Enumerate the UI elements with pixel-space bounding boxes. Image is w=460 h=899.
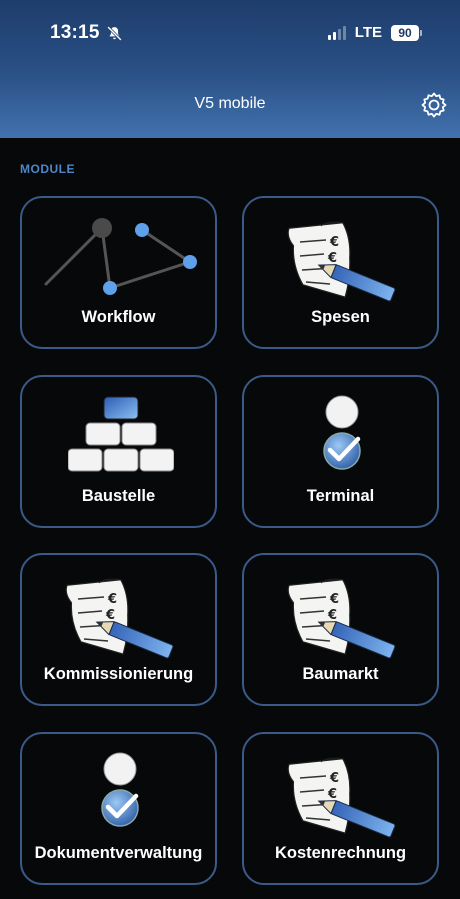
module-tile-spesen[interactable]: Spesen	[242, 196, 439, 349]
module-label: Kommissionierung	[43, 665, 194, 683]
module-label: Kostenrechnung	[274, 844, 407, 862]
module-tile-kostenrechnung[interactable]: Kostenrechnung	[242, 732, 439, 885]
battery-level: 90	[391, 24, 419, 41]
app-header: 13:15 LTE 90 V5 mobile	[0, 0, 460, 138]
status-indicators: LTE 90	[327, 24, 422, 41]
module-label: Baumarkt	[302, 665, 379, 683]
page-title: V5 mobile	[194, 95, 266, 112]
settings-button[interactable]	[420, 91, 448, 119]
network-type: LTE	[354, 24, 382, 41]
bell-muted-icon	[106, 25, 122, 41]
module-label: Workflow	[81, 308, 156, 326]
module-label: Spesen	[311, 308, 370, 326]
module-label: Dokumentverwaltung	[34, 844, 203, 862]
module-tile-kommissionierung[interactable]: Kommissionierung	[20, 553, 217, 706]
user-check-icon	[90, 752, 150, 830]
document-pen-icon	[64, 576, 175, 662]
battery-icon: 90	[391, 24, 422, 41]
status-time: 13:15	[50, 22, 123, 44]
signal-icon	[327, 25, 346, 40]
document-pen-icon	[286, 755, 397, 841]
gear-icon	[421, 92, 447, 118]
module-label: Baustelle	[81, 487, 156, 505]
module-tile-dokumentverwaltung[interactable]: Dokumentverwaltung	[20, 732, 217, 885]
module-label: Terminal	[306, 487, 375, 505]
status-time-text: 13:15	[50, 22, 100, 43]
module-tile-baumarkt[interactable]: Baumarkt	[242, 553, 439, 706]
module-tile-baustelle[interactable]: Baustelle	[20, 375, 217, 528]
section-label: MODULE	[20, 162, 75, 176]
document-pen-icon	[286, 219, 397, 305]
module-tile-terminal[interactable]: Terminal	[242, 375, 439, 528]
bricks-icon	[68, 396, 174, 472]
user-check-icon	[312, 395, 372, 473]
module-tile-workflow[interactable]: Workflow	[20, 196, 217, 349]
workflow-graph-icon	[44, 218, 197, 295]
document-pen-icon	[286, 576, 397, 662]
